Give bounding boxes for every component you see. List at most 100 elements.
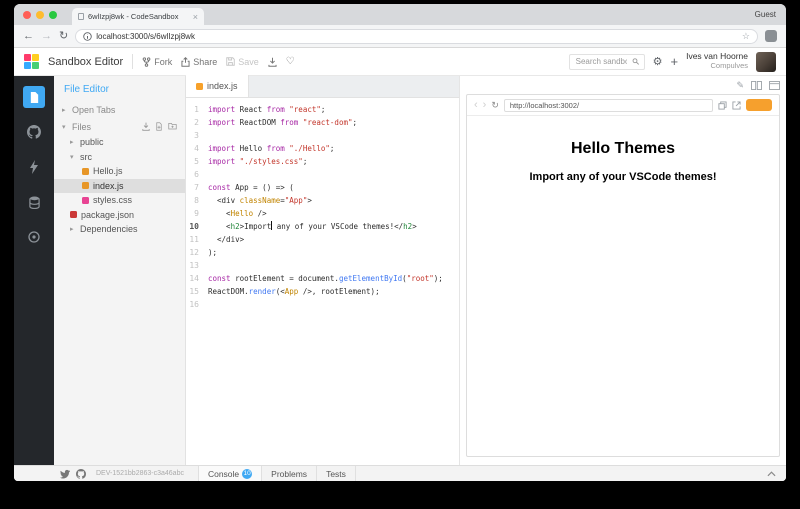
open-tabs-section[interactable]: ▸ Open Tabs <box>54 101 185 118</box>
line-content: ); <box>208 246 217 259</box>
close-window-button[interactable] <box>23 11 31 19</box>
line-content: </div> <box>208 233 244 246</box>
user-menu[interactable]: Ives van Hoorne Compulves <box>686 52 748 70</box>
code-line[interactable]: 16 <box>186 298 459 311</box>
back-button[interactable]: ← <box>23 31 34 42</box>
edit-mode-button[interactable]: ✎ <box>736 81 744 90</box>
save-button-label: Save <box>238 57 259 67</box>
tab-close-icon[interactable]: × <box>193 13 198 21</box>
like-button[interactable]: ♡ <box>286 56 295 67</box>
line-content: ReactDOM.render(<App />, rootElement); <box>208 285 380 298</box>
file-type-icon <box>70 211 77 218</box>
tree-item-styles-css[interactable]: styles.css <box>54 193 185 208</box>
code-line[interactable]: 14const rootElement = document.getElemen… <box>186 272 459 285</box>
code-line[interactable]: 12); <box>186 246 459 259</box>
preview-forward-button[interactable]: › <box>483 100 487 111</box>
code-line[interactable]: 11 </div> <box>186 233 459 246</box>
fork-button[interactable]: Fork <box>142 57 172 67</box>
code-line[interactable]: 7const App = () => ( <box>186 181 459 194</box>
share-button[interactable]: Share <box>181 57 217 67</box>
rail-item-live[interactable] <box>23 226 45 248</box>
preview-browser: ‹ › ↻ http://localhost:3002/ <box>466 94 780 457</box>
split-view-button[interactable] <box>751 81 762 90</box>
preview-address-bar[interactable]: http://localhost:3002/ <box>504 99 713 112</box>
twitter-icon <box>60 469 70 479</box>
browser-tab-strip: 6wlIzpj8wk - CodeSandbox × Guest <box>14 4 786 25</box>
sidebar-title[interactable]: File Editor <box>54 76 185 101</box>
code-line[interactable]: 3 <box>186 129 459 142</box>
files-section[interactable]: ▾ Files <box>54 118 185 135</box>
status-tab-problems[interactable]: Problems <box>262 466 317 481</box>
rail-item-github[interactable] <box>23 121 45 143</box>
code-line[interactable]: 1import React from "react"; <box>186 103 459 116</box>
split-view-icon <box>751 81 762 90</box>
live-icon <box>28 231 40 243</box>
rail-item-server[interactable] <box>23 191 45 213</box>
codesandbox-logo-icon[interactable] <box>24 54 39 69</box>
code-line[interactable]: 2import ReactDOM from "react-dom"; <box>186 116 459 129</box>
bookmark-star-icon[interactable]: ☆ <box>742 31 750 42</box>
line-number: 16 <box>186 298 208 311</box>
minimize-window-button[interactable] <box>36 11 44 19</box>
expand-console-button[interactable] <box>767 471 776 477</box>
status-tab-label: Tests <box>326 469 346 479</box>
share-button-label: Share <box>193 57 217 67</box>
preview-highlight-button[interactable] <box>746 99 772 111</box>
fork-icon <box>142 57 151 67</box>
rail-item-explorer[interactable] <box>23 86 45 108</box>
preview-back-button[interactable]: ‹ <box>474 100 478 111</box>
files-label: Files <box>72 122 91 132</box>
code-line[interactable]: 8 <div className="App"> <box>186 194 459 207</box>
tree-item-package-json[interactable]: package.json <box>54 208 185 223</box>
responsive-view-button[interactable] <box>718 101 727 110</box>
preview-reload-button[interactable]: ↻ <box>491 100 499 111</box>
avatar[interactable] <box>756 52 776 72</box>
tab-title: 6wlIzpj8wk - CodeSandbox <box>88 12 189 21</box>
new-sandbox-button[interactable]: + <box>671 56 679 68</box>
code-line[interactable]: 5import "./styles.css"; <box>186 155 459 168</box>
address-bar[interactable]: localhost:3000/s/6wlIzpj8wk ☆ <box>75 29 758 44</box>
status-tab-tests[interactable]: Tests <box>317 466 356 481</box>
code-line[interactable]: 10 <h2>Import any of your VSCode themes!… <box>186 220 459 233</box>
editor-tab-indexjs[interactable]: index.js <box>186 75 249 97</box>
tree-item-hello-js[interactable]: Hello.js <box>54 164 185 179</box>
tree-item-public[interactable]: ▸public <box>54 135 185 150</box>
download-button[interactable] <box>268 57 277 67</box>
js-file-icon <box>196 83 203 90</box>
guest-label: Guest <box>755 10 776 19</box>
save-button[interactable]: Save <box>226 57 259 67</box>
open-in-new-window-button[interactable] <box>732 101 741 110</box>
settings-button[interactable]: ⚙ <box>653 55 663 68</box>
preview-mode-button[interactable] <box>769 81 780 90</box>
new-folder-icon[interactable] <box>168 122 177 130</box>
search-input[interactable] <box>574 56 630 67</box>
line-number: 6 <box>186 168 208 181</box>
zoom-window-button[interactable] <box>49 11 57 19</box>
info-icon <box>83 32 92 41</box>
tree-item-src[interactable]: ▾src <box>54 150 185 165</box>
divider <box>132 54 133 69</box>
tree-item-label: styles.css <box>93 195 132 205</box>
line-number: 10 <box>186 220 208 233</box>
reload-button[interactable]: ↻ <box>59 31 68 42</box>
github-link[interactable] <box>76 469 86 479</box>
code-line[interactable]: 4import Hello from "./Hello"; <box>186 142 459 155</box>
code-line[interactable]: 9 <Hello /> <box>186 207 459 220</box>
new-file-icon[interactable] <box>155 122 163 131</box>
tree-item-dependencies[interactable]: ▸Dependencies <box>54 222 185 237</box>
browser-tab[interactable]: 6wlIzpj8wk - CodeSandbox × <box>72 8 204 25</box>
code-line[interactable]: 6 <box>186 168 459 181</box>
status-tab-console[interactable]: Console10 <box>198 466 262 481</box>
export-icon[interactable] <box>142 122 150 131</box>
browser-profile-icon[interactable] <box>765 30 777 42</box>
code-editor[interactable]: 1import React from "react";2import React… <box>186 98 459 465</box>
twitter-link[interactable] <box>60 469 70 479</box>
tree-item-index-js[interactable]: index.js <box>54 179 185 194</box>
rail-item-deployment[interactable] <box>23 156 45 178</box>
line-number: 4 <box>186 142 208 155</box>
forward-button[interactable]: → <box>41 31 52 42</box>
code-line[interactable]: 13 <box>186 259 459 272</box>
console-badge: 10 <box>242 469 252 479</box>
code-line[interactable]: 15ReactDOM.render(<App />, rootElement); <box>186 285 459 298</box>
tree-item-label: index.js <box>93 181 124 191</box>
